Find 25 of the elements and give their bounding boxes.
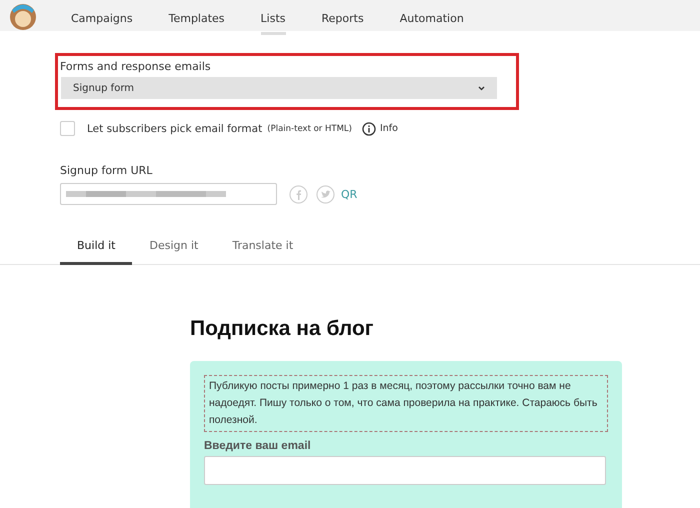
- nav-link[interactable]: Automation: [400, 0, 464, 35]
- checkbox[interactable]: [60, 121, 75, 136]
- field-label: Signup form URL: [60, 164, 154, 177]
- tab[interactable]: Translate it: [215, 239, 310, 265]
- email-field[interactable]: [204, 456, 606, 485]
- nav-link[interactable]: Campaigns: [71, 0, 133, 35]
- url-field[interactable]: [60, 183, 277, 205]
- facebook-icon[interactable]: [289, 184, 308, 204]
- nav-link[interactable]: Reports: [322, 0, 364, 35]
- email-label: Введите ваш email: [204, 440, 312, 452]
- blurred-text-icon: [66, 190, 226, 198]
- nav-link[interactable]: Templates: [168, 0, 225, 35]
- forms-dropdown[interactable]: Signup form: [61, 77, 497, 99]
- tab[interactable]: Design it: [132, 239, 216, 265]
- tab[interactable]: Build it: [60, 239, 132, 265]
- form-title: Подписка на блог: [190, 317, 375, 341]
- info-link[interactable]: Info: [362, 122, 398, 136]
- caret-icon: [478, 86, 485, 90]
- format-hint: (Plain-text or HTML): [267, 124, 352, 134]
- twitter-icon[interactable]: [316, 184, 335, 204]
- info-icon: [362, 122, 376, 136]
- checkbox-label: Let subscribers pick email format: [87, 122, 262, 134]
- form-description: Публикую посты примерно 1 раз в месяц, поэтому рассылки точно вам не надоедят. Пишу только о том, что сама проверила на практике. Стараюсь быть полезной.: [204, 375, 608, 432]
- field-label: Forms and response emails: [60, 60, 212, 73]
- nav-link[interactable]: Lists: [260, 0, 286, 35]
